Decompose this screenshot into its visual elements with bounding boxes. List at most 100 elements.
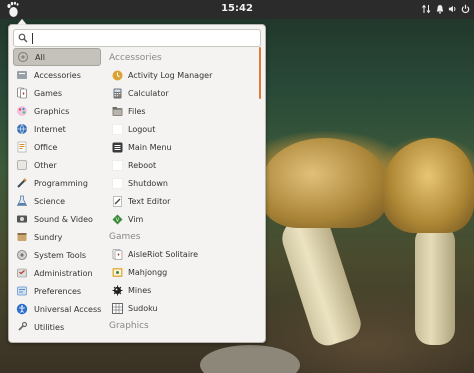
graphics-icon [16, 105, 28, 117]
power-icon[interactable] [461, 3, 470, 15]
category-graphics[interactable]: Graphics [13, 102, 101, 120]
accessories-icon [16, 69, 28, 81]
app-label: Mahjongg [128, 267, 168, 277]
sound-video-icon [16, 213, 28, 225]
app-item-reboot[interactable]: Reboot [108, 156, 261, 174]
reboot-icon [112, 159, 123, 171]
app-item-text-editor[interactable]: Text Editor [108, 192, 261, 210]
app-item-mahjongg[interactable]: Mahjongg [108, 263, 261, 281]
system-tray[interactable] [422, 3, 470, 15]
mushroom-stem [415, 225, 455, 345]
main-menu-icon [112, 142, 123, 153]
app-item-aisleriot-solitaire[interactable]: AisleRiot Solitaire [108, 245, 261, 263]
activity-log-icon [112, 70, 123, 81]
category-label: Science [34, 196, 66, 206]
category-administration[interactable]: Administration [13, 264, 101, 282]
app-label: AisleRiot Solitaire [128, 249, 199, 259]
app-item-vim[interactable]: V Vim [108, 210, 261, 228]
app-item-calculator[interactable]: Calculator [108, 84, 261, 102]
category-preferences[interactable]: Preferences [13, 282, 101, 300]
category-science[interactable]: Science [13, 192, 101, 210]
preferences-icon [16, 285, 28, 297]
category-system-tools[interactable]: System Tools [13, 246, 101, 264]
category-internet[interactable]: Internet [13, 120, 101, 138]
mushroom-cap [382, 138, 474, 233]
network-icon[interactable] [422, 3, 431, 15]
scrollbar[interactable] [259, 47, 261, 99]
app-item-logout[interactable]: Logout [108, 120, 261, 138]
category-label: Internet [34, 124, 66, 134]
category-label: Office [34, 142, 58, 152]
app-label: Main Menu [128, 142, 172, 152]
popover-arrow [17, 19, 27, 25]
app-item-sudoku[interactable]: Sudoku [108, 299, 261, 317]
app-item-shutdown[interactable]: Shutdown [108, 174, 261, 192]
category-sound-video[interactable]: Sound & Video [13, 210, 101, 228]
app-label: Text Editor [128, 196, 171, 206]
files-icon [112, 106, 123, 117]
section-header: Games [109, 231, 141, 242]
category-office[interactable]: Office [13, 138, 101, 156]
category-programming[interactable]: Programming [13, 174, 101, 192]
search-icon [18, 33, 28, 43]
category-label: Administration [34, 268, 93, 278]
clock[interactable]: 15:42 [0, 3, 474, 14]
volume-icon[interactable] [448, 3, 457, 15]
app-label: Logout [128, 124, 156, 134]
category-label: All [35, 52, 45, 62]
rock [200, 345, 300, 373]
universal-access-icon [16, 303, 28, 315]
category-accessories[interactable]: Accessories [13, 66, 101, 84]
top-bar: 15:42 [0, 0, 474, 19]
all-icon [17, 51, 29, 63]
app-label: Activity Log Manager [128, 70, 213, 80]
administration-icon [16, 267, 28, 279]
svg-text:V: V [116, 217, 120, 223]
app-label: Sudoku [128, 303, 158, 313]
search-input[interactable] [31, 31, 256, 45]
text-cursor [32, 33, 33, 44]
system-tools-icon [16, 249, 28, 261]
sudoku-icon [112, 302, 123, 314]
text-editor-icon [112, 195, 123, 207]
category-label: Universal Access [34, 304, 102, 314]
app-label: Shutdown [128, 178, 168, 188]
applications-menu: All Accessories Games Graphics Internet Offic… [8, 19, 266, 343]
logout-icon [112, 123, 123, 135]
shutdown-icon [112, 177, 123, 189]
office-icon [16, 141, 28, 153]
category-other[interactable]: Other [13, 156, 101, 174]
internet-icon [16, 123, 28, 135]
mushroom-cap [262, 138, 387, 228]
other-icon [16, 159, 28, 171]
category-sundry[interactable]: Sundry [13, 228, 101, 246]
category-all[interactable]: All [13, 48, 101, 66]
section-header: Graphics [109, 320, 149, 331]
category-games[interactable]: Games [13, 84, 101, 102]
category-label: Graphics [34, 106, 70, 116]
category-universal-access[interactable]: Universal Access [13, 300, 101, 318]
application-list: Accessories Activity Log Manager Calculato… [108, 49, 261, 341]
programming-icon [16, 177, 28, 189]
sundry-icon [16, 231, 28, 243]
games-icon [16, 87, 28, 99]
app-item-activity-log-manager[interactable]: Activity Log Manager [108, 66, 261, 84]
app-item-files[interactable]: Files [108, 102, 261, 120]
category-label: Preferences [34, 286, 82, 296]
app-label: Vim [128, 214, 144, 224]
app-label: Files [128, 106, 146, 116]
app-item-main-menu[interactable]: Main Menu [108, 138, 261, 156]
mushroom-stem [277, 210, 365, 350]
category-label: Utilities [34, 322, 65, 332]
utilities-icon [16, 321, 28, 333]
search-box[interactable] [13, 29, 261, 47]
app-label: Reboot [128, 160, 157, 170]
category-label: Sound & Video [34, 214, 93, 224]
solitaire-icon [112, 248, 123, 260]
mines-icon [112, 285, 123, 296]
category-label: Sundry [34, 232, 63, 242]
category-list: All Accessories Games Graphics Internet Offic… [13, 48, 101, 336]
bell-icon[interactable] [435, 3, 444, 15]
category-utilities[interactable]: Utilities [13, 318, 101, 336]
app-item-mines[interactable]: Mines [108, 281, 261, 299]
